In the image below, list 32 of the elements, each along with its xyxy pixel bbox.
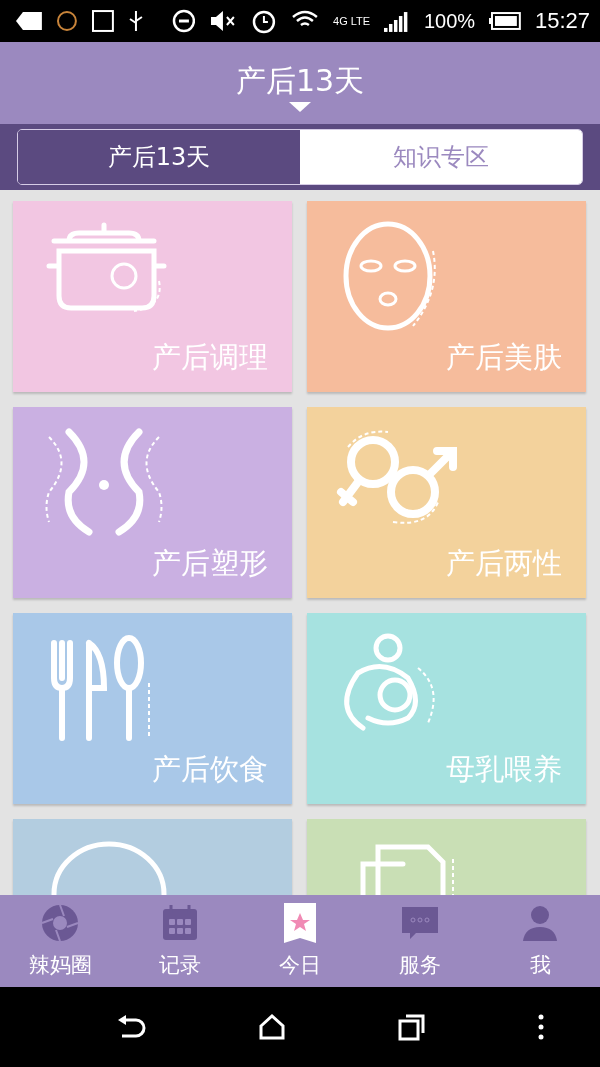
signal-icon [384,10,410,32]
category-card[interactable]: 产后饮食 [13,613,292,804]
category-card[interactable]: 产后美肤 [307,201,586,392]
battery-percentage: 100% [423,9,476,33]
card-label: 产后两性 [446,545,562,582]
notification-icon [16,11,42,31]
network-type-label: 4G LTE [333,15,371,27]
card-label: 产后饮食 [152,751,268,788]
dropdown-caret-icon[interactable] [289,101,311,112]
recent-apps-icon[interactable] [398,1013,426,1041]
aperture-icon [40,903,80,943]
page-title: 产后13天 [235,61,365,100]
battery-icon [489,12,521,30]
person-icon [520,903,560,943]
card-label: 母乳喂养 [446,751,562,788]
clock-time: 15:27 [534,8,590,34]
nav-tab[interactable]: 辣妈圈 [0,895,120,987]
nav-tab[interactable]: 服务 [360,895,480,987]
card-label: 产后美肤 [446,339,562,376]
home-icon[interactable] [258,1013,286,1041]
calendar-icon [160,903,200,943]
nav-tab[interactable]: 记录 [120,895,240,987]
card-label: 产后调理 [152,339,268,376]
nav-tab[interactable]: 我 [480,895,600,987]
back-icon[interactable] [116,1014,146,1040]
nav-tab[interactable]: 今日 [240,895,360,987]
alarm-clock-icon [251,8,278,34]
card-label: 产后塑形 [152,545,268,582]
more-options-icon[interactable] [538,1014,544,1040]
do-not-disturb-icon [171,9,196,33]
category-card[interactable]: 产后塑形 [13,407,292,598]
segment-tab[interactable]: 知识专区 [300,130,582,184]
